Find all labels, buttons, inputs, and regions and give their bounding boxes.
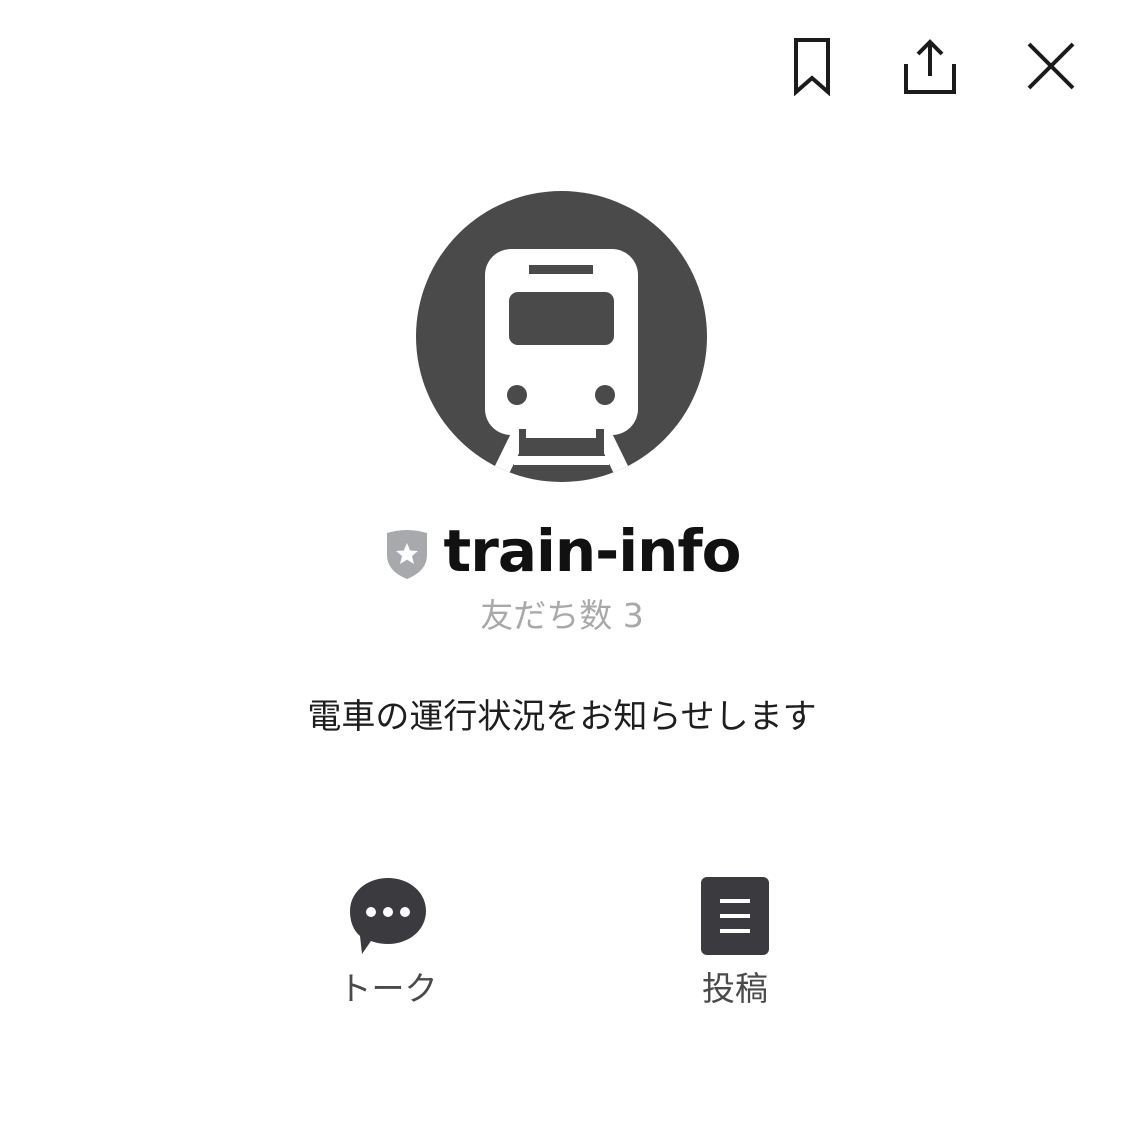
share-icon (904, 39, 956, 94)
account-name-row: train-info (0, 515, 1124, 587)
profile-avatar[interactable] (416, 191, 707, 482)
posts-button[interactable]: 投稿 (635, 872, 835, 1012)
verified-shield-icon (384, 527, 430, 581)
talk-button[interactable]: トーク (288, 872, 488, 1012)
share-button[interactable] (898, 34, 962, 98)
account-name: train-info (443, 517, 742, 585)
close-icon (1027, 42, 1075, 90)
posts-icon (701, 877, 769, 955)
train-icon (416, 191, 707, 482)
talk-label: トーク (338, 969, 438, 1008)
close-button[interactable] (1019, 34, 1083, 98)
account-description: 電車の運行状況をお知らせします (307, 697, 817, 737)
chat-bubble-icon (350, 878, 426, 954)
friends-count: 友だち数 3 (480, 596, 644, 635)
posts-label: 投稿 (702, 969, 768, 1008)
bookmark-icon (794, 38, 830, 96)
bookmark-button[interactable] (780, 34, 844, 98)
